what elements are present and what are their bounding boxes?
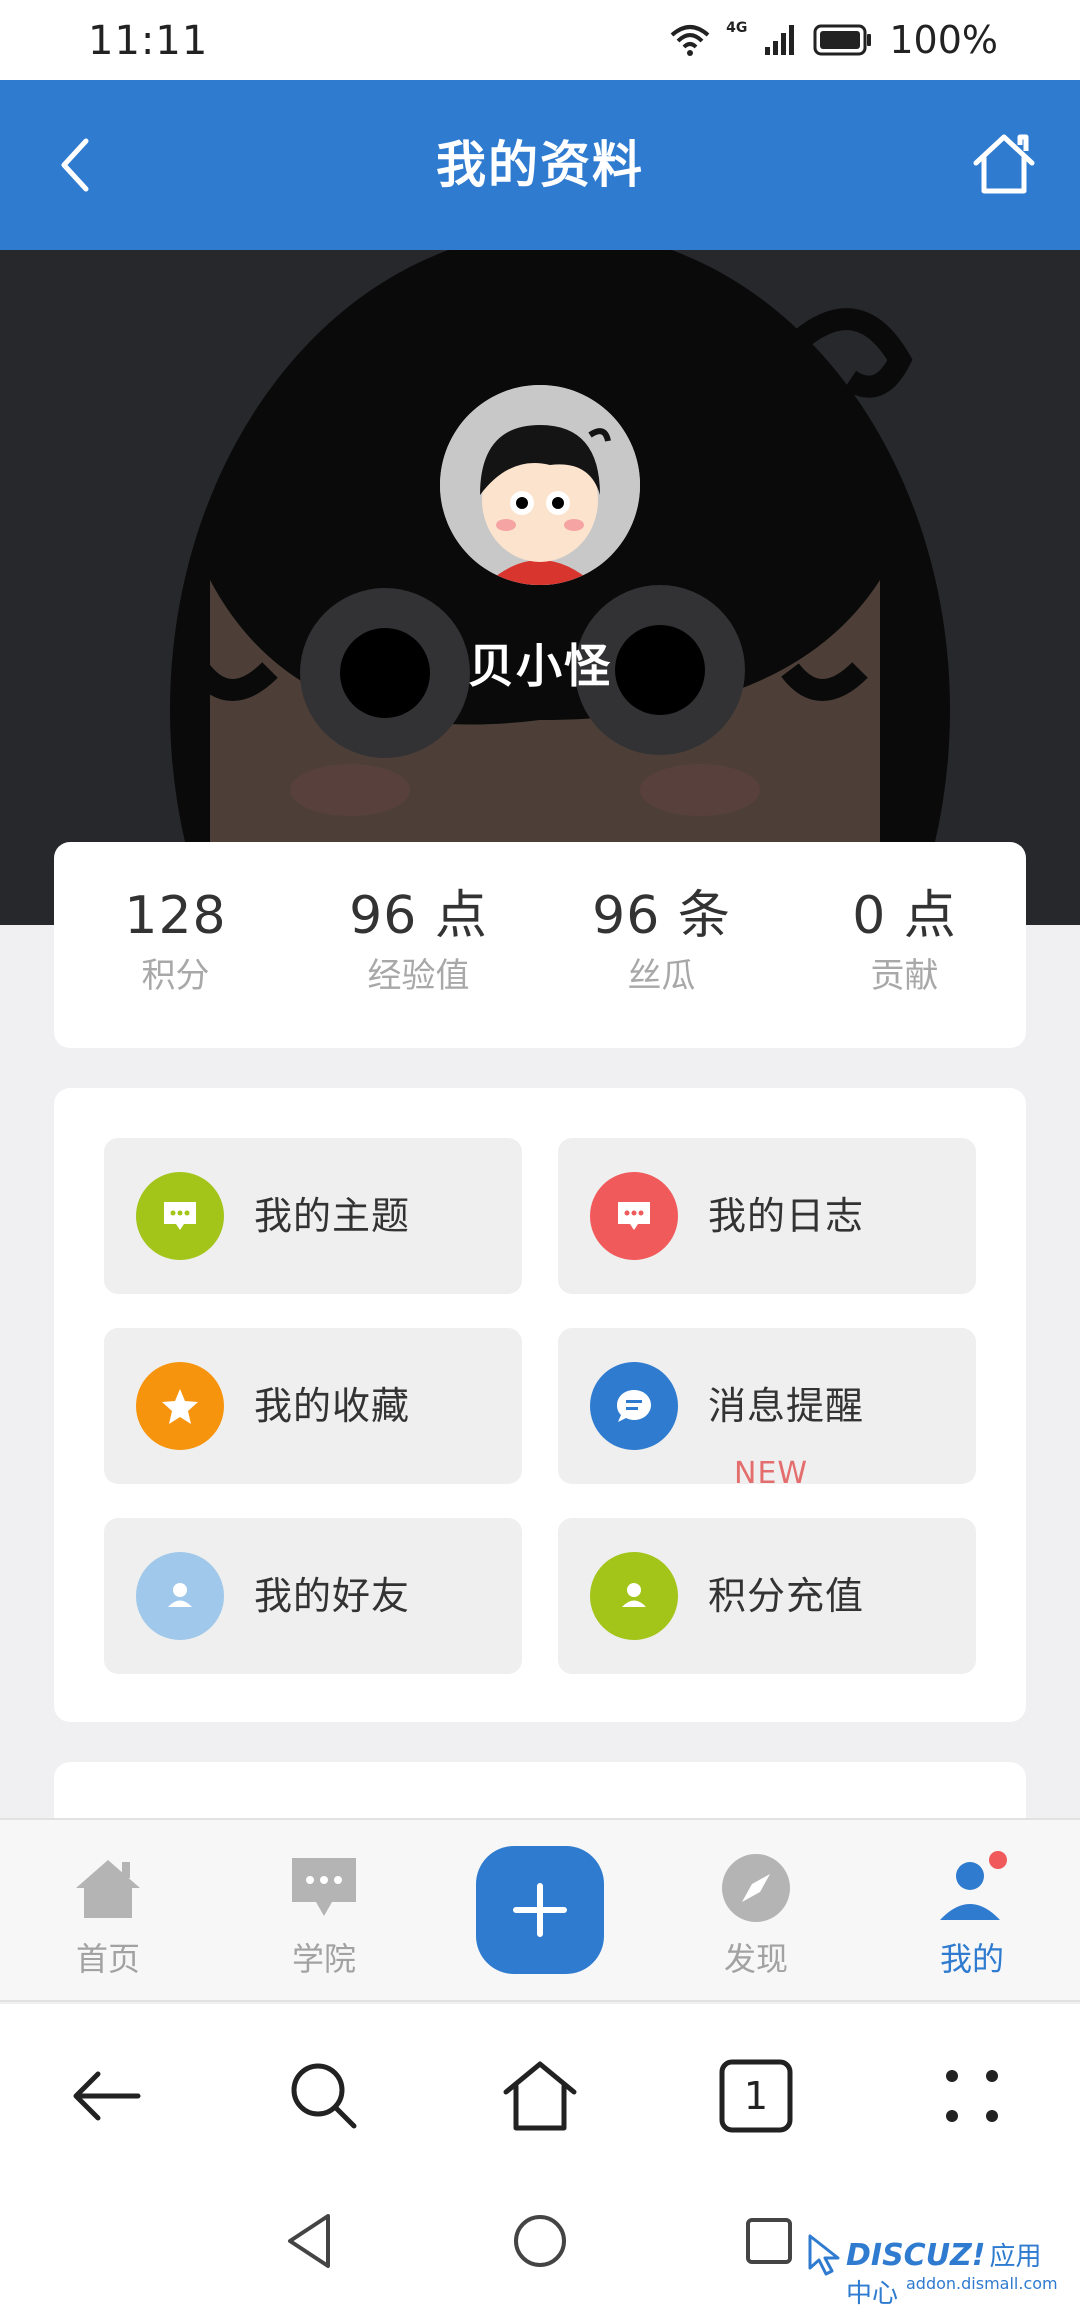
circle-home-icon xyxy=(514,2215,566,2267)
status-indicators: 4G 100% xyxy=(670,18,998,62)
tab-me[interactable]: 我的 xyxy=(902,1850,1042,1980)
watermark-brand-text: DISCUZ! xyxy=(846,2238,986,2273)
system-recents-button[interactable] xyxy=(734,2206,804,2276)
search-icon xyxy=(291,2063,357,2129)
square-recents-icon xyxy=(746,2218,792,2264)
menu-label: 我的主题 xyxy=(254,1194,411,1238)
stat-label: 经验值 xyxy=(367,956,470,996)
house-icon xyxy=(76,1860,140,1918)
stat-label: 积分 xyxy=(141,956,210,996)
menu-label: 积分充值 xyxy=(708,1574,865,1618)
compass-icon xyxy=(722,1854,790,1922)
system-back-button[interactable] xyxy=(276,2206,346,2276)
stat-loofah[interactable]: 96 条 丝瓜 xyxy=(540,842,783,1048)
profile-banner: 贝小怪 xyxy=(0,250,1080,925)
home-outline-icon xyxy=(503,2061,577,2131)
stat-contribution[interactable]: 0 点 贡献 xyxy=(783,842,1026,1048)
watermark-brand: DISCUZ! 应用中心 xyxy=(846,2236,1066,2310)
stat-label: 贡献 xyxy=(870,956,939,996)
new-badge: NEW xyxy=(734,1456,809,1484)
menu-label: 我的收藏 xyxy=(254,1384,411,1428)
arrow-left-icon xyxy=(73,2071,141,2121)
stat-value: 128 xyxy=(124,886,227,946)
wifi-icon xyxy=(670,25,710,56)
menu-my-threads[interactable]: 我的主题 xyxy=(104,1138,522,1294)
watermark-logo: DISCUZ! 应用中心 addon.dismall.com xyxy=(806,2232,1066,2309)
cursor-icon xyxy=(808,2234,840,2276)
menu-card: 我的主题 我的日志 我的收藏 消息提醒 NEW 我的好友 积分充值 xyxy=(54,1088,1026,1722)
star-icon xyxy=(136,1362,224,1450)
plus-icon xyxy=(513,1883,567,1937)
stats-card: 128 积分 96 点 经验值 96 条 丝瓜 0 点 贡献 xyxy=(54,842,1026,1048)
message-icon xyxy=(590,1362,678,1450)
chat-icon xyxy=(136,1172,224,1260)
tab-label: 首页 xyxy=(75,1940,140,1978)
bottom-tab-bar: 首页 学院 发现 我的 xyxy=(0,1818,1080,2002)
home-button[interactable] xyxy=(964,125,1044,205)
browser-home-button[interactable] xyxy=(500,2056,580,2136)
next-section-card xyxy=(54,1762,1026,1822)
browser-back-button[interactable] xyxy=(68,2056,148,2136)
avatar-image xyxy=(440,385,640,585)
menu-label: 我的好友 xyxy=(254,1574,411,1618)
stat-experience[interactable]: 96 点 经验值 xyxy=(297,842,540,1048)
user-icon xyxy=(590,1552,678,1640)
tab-academy[interactable]: 学院 xyxy=(254,1850,394,1980)
user-icon xyxy=(136,1552,224,1640)
system-navigation-bar: DISCUZ! 应用中心 addon.dismall.com xyxy=(0,2184,1080,2312)
network-type: 4G xyxy=(726,20,748,36)
stat-value: 96 点 xyxy=(349,886,488,946)
battery-icon xyxy=(813,24,872,56)
stat-points[interactable]: 128 积分 xyxy=(54,842,297,1048)
menu-label: 我的日志 xyxy=(708,1194,865,1238)
person-icon xyxy=(940,1851,1007,1920)
user-name: 贝小怪 xyxy=(468,639,612,693)
tab-label: 我的 xyxy=(939,1940,1004,1978)
battery-percent: 100% xyxy=(889,18,998,62)
tab-label: 发现 xyxy=(723,1940,788,1978)
menu-my-favorites[interactable]: 我的收藏 xyxy=(104,1328,522,1484)
tab-count: 1 xyxy=(743,2074,769,2118)
triangle-back-icon xyxy=(288,2214,330,2268)
menu-notifications[interactable]: 消息提醒 NEW xyxy=(558,1328,976,1484)
menu-my-blog[interactable]: 我的日志 xyxy=(558,1138,976,1294)
banner-background-image xyxy=(0,250,1080,925)
back-button[interactable] xyxy=(40,125,120,205)
chat-icon xyxy=(590,1172,678,1260)
dots-grid-icon xyxy=(946,2070,998,2122)
status-time: 11:11 xyxy=(88,18,209,64)
menu-my-friends[interactable]: 我的好友 xyxy=(104,1518,522,1674)
chat-bubble-icon xyxy=(292,1858,356,1916)
stat-value: 96 条 xyxy=(592,886,731,946)
stat-value: 0 点 xyxy=(852,886,957,946)
tab-discover[interactable]: 发现 xyxy=(686,1850,826,1980)
stat-label: 丝瓜 xyxy=(627,956,696,996)
avatar[interactable] xyxy=(440,385,640,585)
browser-tabs-button[interactable]: 1 xyxy=(716,2056,796,2136)
watermark-url: addon.dismall.com xyxy=(906,2274,1058,2293)
signal-icon xyxy=(765,25,795,55)
home-icon xyxy=(973,134,1035,194)
browser-menu-button[interactable] xyxy=(932,2056,1012,2136)
chevron-left-icon xyxy=(61,138,89,192)
app-header: 我的资料 xyxy=(0,80,1080,250)
system-home-button[interactable] xyxy=(505,2206,575,2276)
tab-label: 学院 xyxy=(291,1940,356,1978)
tab-home[interactable]: 首页 xyxy=(38,1850,178,1980)
post-button[interactable] xyxy=(476,1846,604,1974)
status-bar: 11:11 4G 100% xyxy=(0,0,1080,80)
page-title: 我的资料 xyxy=(436,136,644,194)
menu-recharge[interactable]: 积分充值 xyxy=(558,1518,976,1674)
browser-search-button[interactable] xyxy=(284,2056,364,2136)
browser-toolbar: 1 xyxy=(0,2004,1080,2184)
